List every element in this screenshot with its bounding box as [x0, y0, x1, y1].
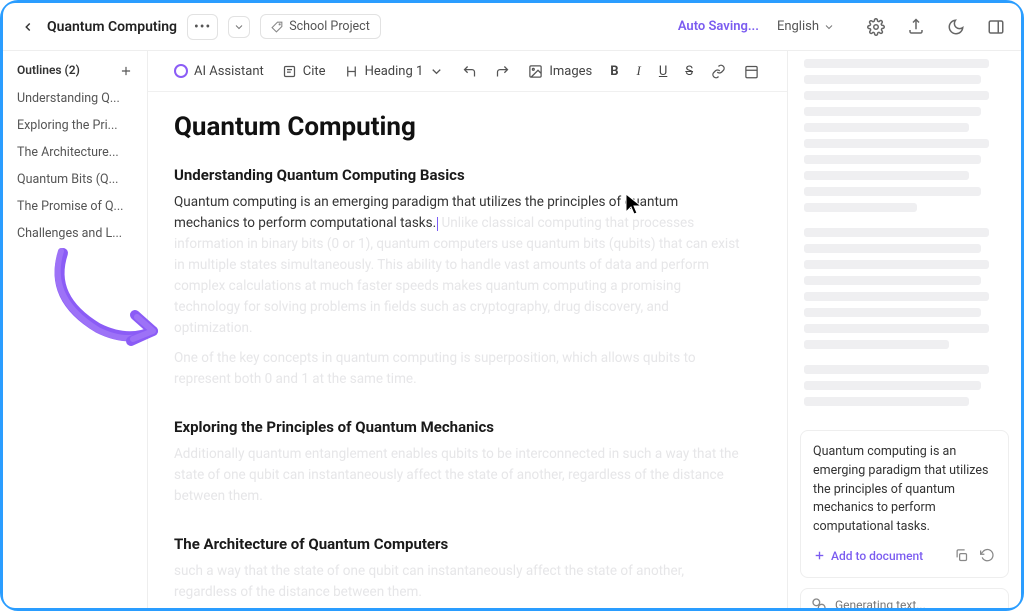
chevron-down-icon: [429, 64, 444, 79]
generating-status: Generating text...: [800, 588, 1009, 608]
copy-icon: [954, 548, 969, 563]
outline-item[interactable]: Quantum Bits (Q...: [11, 166, 139, 193]
tag-icon: [271, 20, 284, 33]
calendar-button[interactable]: [744, 64, 759, 79]
heading-icon: [344, 64, 359, 79]
outline-item[interactable]: Exploring the Pri...: [11, 112, 139, 139]
gear-icon[interactable]: [867, 18, 885, 36]
moon-icon[interactable]: [947, 18, 965, 36]
images-button[interactable]: Images: [528, 64, 592, 79]
add-to-document-button[interactable]: Add to document: [813, 547, 923, 565]
ghost-suggestion: Unlike classical computing that processe…: [174, 215, 740, 336]
ai-suggestion-card: Quantum computing is an emerging paradig…: [800, 430, 1009, 578]
project-tag-chip[interactable]: School Project: [260, 14, 381, 39]
heading-label: Heading 1: [365, 64, 424, 79]
doc-menu-button[interactable]: •••: [187, 14, 218, 40]
strikethrough-button[interactable]: S: [685, 64, 693, 79]
document-title: Quantum Computing: [47, 19, 177, 35]
section-heading[interactable]: Exploring the Principles of Quantum Mech…: [174, 418, 743, 436]
outline-item[interactable]: Understanding Q...: [11, 85, 139, 112]
ai-assistant-label: AI Assistant: [194, 64, 264, 79]
plus-icon: [813, 549, 826, 562]
calendar-icon: [744, 64, 759, 79]
refresh-button[interactable]: [980, 548, 996, 564]
generating-icon: [811, 597, 827, 608]
ai-circle-icon: [174, 64, 188, 78]
ghost-suggestion: One of the key concepts in quantum compu…: [174, 348, 743, 390]
ellipsis-icon: •••: [194, 19, 211, 35]
cite-label: Cite: [303, 64, 326, 79]
cite-button[interactable]: Cite: [282, 64, 326, 79]
ghost-suggestion: such a way that the state of one qubit c…: [174, 561, 743, 603]
cite-icon: [282, 64, 297, 79]
section-heading[interactable]: Understanding Quantum Computing Basics: [174, 166, 743, 184]
link-button[interactable]: [711, 64, 726, 79]
sidebar-title: Outlines (2): [17, 63, 80, 77]
italic-button[interactable]: I: [637, 63, 641, 79]
redo-icon: [495, 64, 510, 79]
auto-saving-status: Auto Saving...: [678, 19, 759, 34]
refresh-icon: [980, 548, 995, 563]
redo-button[interactable]: [495, 64, 510, 79]
back-icon[interactable]: [19, 18, 37, 36]
undo-button[interactable]: [462, 64, 477, 79]
outline-item[interactable]: The Architecture...: [11, 139, 139, 166]
section-body[interactable]: Quantum computing is an emerging paradig…: [174, 192, 743, 338]
ai-assistant-button[interactable]: AI Assistant: [174, 64, 264, 79]
page-title: Quantum Computing: [174, 112, 743, 142]
doc-dropdown-button[interactable]: [228, 16, 250, 38]
generating-label: Generating text...: [835, 598, 926, 608]
heading-selector[interactable]: Heading 1: [344, 64, 445, 79]
add-outline-button[interactable]: [119, 63, 133, 77]
add-to-document-label: Add to document: [831, 547, 923, 565]
panel-icon[interactable]: [987, 18, 1005, 36]
chevron-down-icon: [823, 21, 835, 33]
language-label: English: [777, 19, 819, 34]
images-label: Images: [549, 64, 592, 79]
language-selector[interactable]: English: [777, 19, 835, 34]
bold-button[interactable]: B: [610, 64, 618, 79]
outline-item[interactable]: The Promise of Q...: [11, 193, 139, 220]
link-icon: [711, 64, 726, 79]
outline-item[interactable]: Challenges and L...: [11, 220, 139, 247]
image-icon: [528, 64, 543, 79]
underline-button[interactable]: U: [659, 64, 667, 79]
section-heading[interactable]: The Architecture of Quantum Computers: [174, 535, 743, 553]
undo-icon: [462, 64, 477, 79]
ai-suggestion-text: Quantum computing is an emerging paradig…: [813, 443, 996, 537]
project-tag-label: School Project: [289, 19, 370, 34]
editor-canvas[interactable]: Quantum Computing Understanding Quantum …: [148, 92, 787, 608]
ghost-suggestion: Additionally quantum entanglement enable…: [174, 444, 743, 507]
copy-button[interactable]: [954, 548, 970, 564]
share-icon[interactable]: [907, 18, 925, 36]
